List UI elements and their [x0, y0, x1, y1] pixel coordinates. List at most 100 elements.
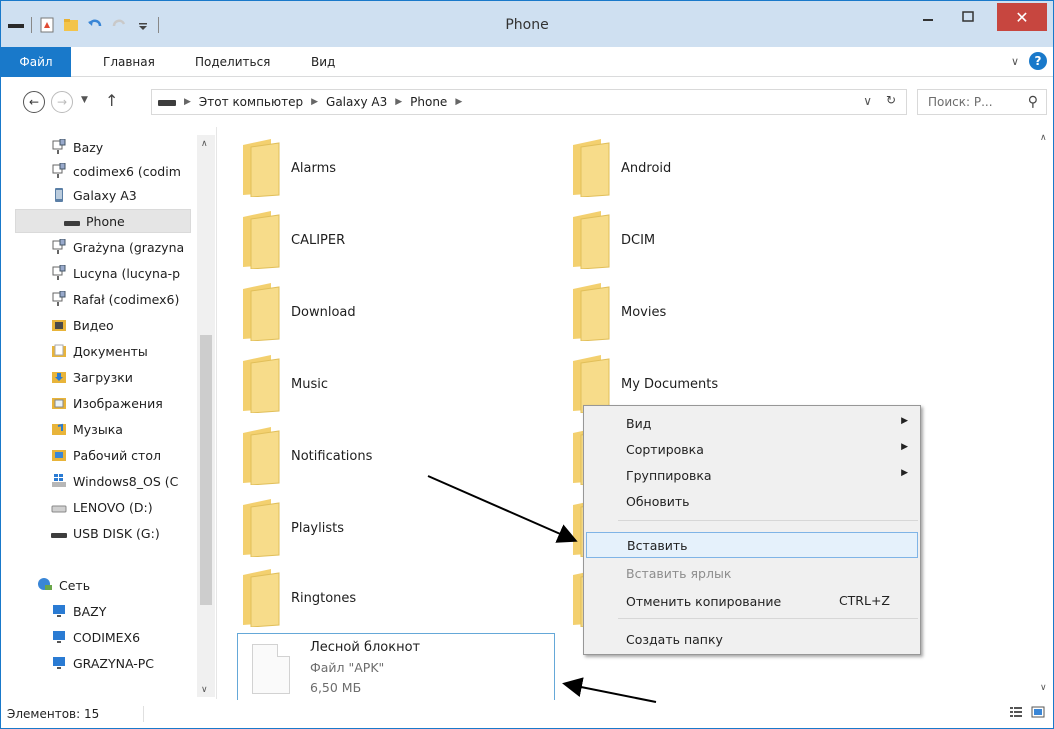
computer-icon [53, 605, 65, 617]
search-placeholder: Поиск: Р... [928, 95, 993, 109]
nav-scrollbar[interactable]: ∧ ∨ [197, 135, 215, 697]
help-icon[interactable]: ? [1029, 52, 1047, 70]
scroll-up-icon[interactable]: ∧ [201, 139, 208, 149]
breadcrumb-phone[interactable]: Phone [410, 95, 447, 109]
network-icon [38, 578, 52, 590]
nav-item-lucyna[interactable]: Lucyna (lucyna-p [51, 261, 216, 285]
submenu-arrow-icon: ▶ [901, 442, 908, 452]
computer-icon [53, 657, 65, 669]
address-bar[interactable]: ▶ Этот компьютер ▶ Galaxy A3 ▶ Phone ▶ ∨… [151, 89, 907, 115]
chevron-right-icon: ▶ [184, 97, 191, 107]
menu-separator [618, 618, 918, 619]
nav-item-codimex6[interactable]: codimex6 (codim [51, 159, 216, 183]
folder-dcim[interactable]: DCIM [549, 205, 849, 269]
network-drive-icon [52, 139, 66, 154]
drive-icon [51, 505, 67, 513]
nav-item-documents[interactable]: Документы [51, 339, 216, 363]
breadcrumb-galaxy[interactable]: Galaxy A3 [326, 95, 387, 109]
folder-music[interactable]: Music [219, 349, 519, 413]
nav-item-codimex6-pc[interactable]: CODIMEX6 [51, 625, 216, 649]
scroll-down-icon[interactable]: ∨ [201, 685, 208, 695]
menu-item-view[interactable]: Вид ▶ [586, 410, 918, 436]
tab-file[interactable]: Файл [1, 47, 71, 77]
folder-ringtones[interactable]: Ringtones [219, 563, 519, 627]
file-type: Файл "APK" [310, 660, 385, 675]
submenu-arrow-icon: ▶ [901, 416, 908, 426]
window-title: Phone [505, 17, 549, 33]
explorer-window: Phone ✕ Файл Главная Поделиться Вид ∨ ? … [0, 0, 1054, 729]
folder-notifications[interactable]: Notifications [219, 421, 519, 485]
menu-item-paste-shortcut[interactable]: Вставить ярлык [586, 560, 918, 586]
folder-icon [573, 139, 610, 197]
menu-item-paste[interactable]: Вставить [586, 532, 918, 558]
forward-arrow-icon: → [56, 95, 68, 109]
nav-item-grazyna[interactable]: Grażyna (grazyna [51, 235, 216, 259]
folder-caliper[interactable]: CALIPER [219, 205, 519, 269]
back-arrow-icon: ← [28, 95, 40, 109]
file-name: Лесной блокнот [310, 640, 421, 655]
folder-alarms[interactable]: Alarms [219, 133, 519, 197]
nav-item-grazyna-pc[interactable]: GRAZYNA-PC [51, 651, 216, 675]
menu-item-sort[interactable]: Сортировка ▶ [586, 436, 918, 462]
close-button[interactable]: ✕ [997, 3, 1047, 31]
breadcrumb-computer[interactable]: Этот компьютер [199, 95, 303, 109]
back-button[interactable]: ← [23, 91, 45, 113]
tab-home[interactable]: Главная [103, 47, 155, 77]
search-icon: ⚲ [1027, 94, 1038, 110]
nav-item-bazy[interactable]: Bazy [51, 135, 216, 159]
menu-item-group[interactable]: Группировка ▶ [586, 462, 918, 488]
nav-item-desktop[interactable]: Рабочий стол [51, 443, 216, 467]
nav-item-galaxy-a3[interactable]: Galaxy A3 [51, 183, 216, 207]
content-scrollbar[interactable]: ∧ ∨ [1037, 127, 1053, 699]
nav-item-music[interactable]: Музыка [51, 417, 216, 441]
nav-scroll-thumb[interactable] [200, 335, 212, 605]
scroll-up-icon[interactable]: ∧ [1040, 133, 1047, 143]
tab-share[interactable]: Поделиться [195, 47, 270, 77]
recent-locations-icon[interactable]: ▼ [81, 95, 88, 105]
video-folder-icon [52, 320, 66, 331]
folder-playlists[interactable]: Playlists [219, 493, 519, 557]
nav-item-network[interactable]: Сеть [37, 573, 216, 597]
tiles-view-icon[interactable] [1031, 705, 1045, 719]
folder-movies[interactable]: Movies [549, 277, 849, 341]
nav-item-rafal[interactable]: Rafał (codimex6) [51, 287, 216, 311]
storage-icon [158, 100, 176, 106]
nav-item-pictures[interactable]: Изображения [51, 391, 216, 415]
details-view-icon[interactable] [1009, 705, 1023, 719]
close-icon: ✕ [1015, 7, 1029, 27]
nav-item-phone[interactable]: Phone [15, 209, 191, 233]
nav-item-usb-drive[interactable]: USB DISK (G:) [51, 521, 216, 545]
forward-button[interactable]: → [51, 91, 73, 113]
folder-android[interactable]: Android [549, 133, 849, 197]
downloads-folder-icon [52, 372, 66, 383]
folder-icon [243, 427, 280, 485]
ribbon-tabs: Файл Главная Поделиться Вид ∨ ? [1, 47, 1053, 77]
up-arrow-icon[interactable]: ↑ [105, 91, 118, 110]
context-menu: Вид ▶ Сортировка ▶ Группировка ▶ Обновит… [583, 405, 921, 655]
tab-view[interactable]: Вид [311, 47, 335, 77]
network-drive-icon [52, 291, 66, 306]
usb-drive-icon [51, 533, 67, 538]
maximize-icon [962, 11, 974, 22]
expand-ribbon-icon[interactable]: ∨ [1011, 55, 1019, 68]
scroll-down-icon[interactable]: ∨ [1040, 683, 1047, 693]
minimize-icon [923, 19, 933, 21]
folder-icon [573, 283, 610, 341]
nav-item-bazy-pc[interactable]: BAZY [51, 599, 216, 623]
file-item-apk[interactable]: Лесной блокнот Файл "APK" 6,50 МБ [237, 633, 555, 701]
nav-item-lenovo-drive[interactable]: LENOVO (D:) [51, 495, 216, 519]
nav-item-video[interactable]: Видео [51, 313, 216, 337]
menu-item-undo-copy[interactable]: Отменить копирование CTRL+Z [586, 588, 918, 614]
maximize-button[interactable] [947, 3, 989, 31]
menu-item-refresh[interactable]: Обновить [586, 488, 918, 514]
nav-item-downloads[interactable]: Загрузки [51, 365, 216, 389]
search-box[interactable]: Поиск: Р... ⚲ [917, 89, 1047, 115]
folder-my-documents[interactable]: My Documents [549, 349, 849, 413]
nav-item-windows-drive[interactable]: Windows8_OS (C [51, 469, 216, 493]
refresh-icon[interactable]: ↻ [886, 93, 896, 107]
folder-download[interactable]: Download [219, 277, 519, 341]
address-dropdown-icon[interactable]: ∨ [863, 94, 872, 108]
menu-separator [618, 520, 918, 521]
menu-item-new-folder[interactable]: Создать папку [586, 626, 918, 652]
minimize-button[interactable] [907, 3, 949, 31]
